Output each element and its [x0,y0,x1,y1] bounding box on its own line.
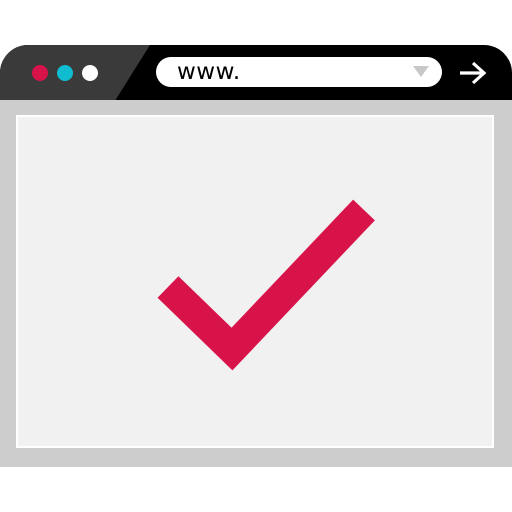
window-controls-panel [0,45,150,100]
title-bar: www. [0,45,512,100]
address-bar[interactable]: www. [156,57,442,87]
content-frame [0,100,512,467]
white-dot-icon[interactable] [82,65,98,81]
address-text: www. [177,59,241,85]
red-dot-icon[interactable] [32,65,48,81]
stage: www. [0,0,512,512]
teal-dot-icon[interactable] [57,65,73,81]
chevron-down-icon[interactable] [413,66,429,78]
arrow-right-icon[interactable] [458,60,488,86]
browser-window: www. [0,45,512,467]
content-area [16,115,494,448]
